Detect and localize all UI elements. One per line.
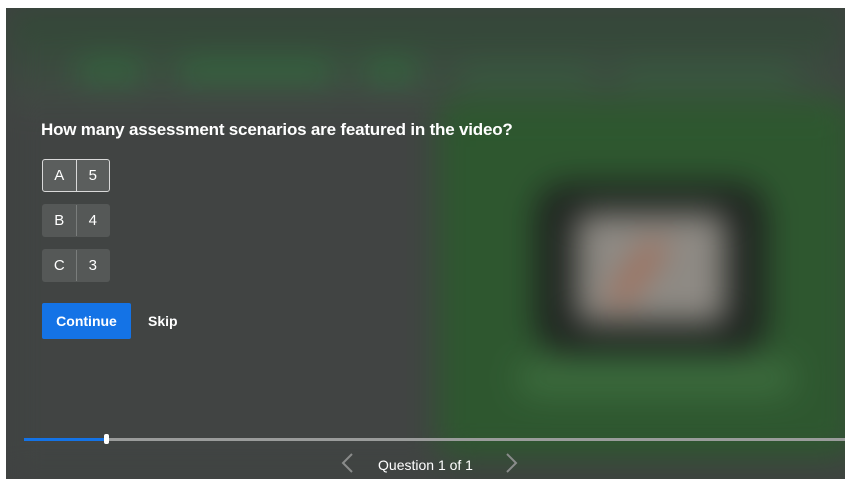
progress-handle[interactable] (104, 434, 109, 444)
continue-button[interactable]: Continue (42, 303, 131, 339)
option-a[interactable]: A 5 (42, 159, 110, 192)
progress-fill (24, 438, 106, 441)
question-text: How many assessment scenarios are featur… (41, 120, 513, 139)
chevron-right-icon[interactable] (502, 452, 520, 474)
question-navigation: Question 1 of 1 (6, 448, 845, 478)
quiz-overlay: How many assessment scenarios are featur… (6, 8, 845, 479)
video-player: How many assessment scenarios are featur… (6, 8, 845, 479)
option-letter: C (43, 250, 77, 281)
progress-bar[interactable] (24, 434, 845, 444)
option-text: 5 (88, 167, 97, 184)
answer-options: A 5 B 4 C 3 (42, 159, 110, 294)
question-counter: Question 1 of 1 (378, 457, 473, 473)
skip-button[interactable]: Skip (142, 303, 184, 339)
option-b[interactable]: B 4 (42, 204, 110, 237)
option-text: 3 (88, 257, 97, 274)
option-text: 4 (88, 212, 97, 229)
option-letter: B (43, 205, 77, 236)
option-letter: A (43, 160, 77, 191)
option-c[interactable]: C 3 (42, 249, 110, 282)
